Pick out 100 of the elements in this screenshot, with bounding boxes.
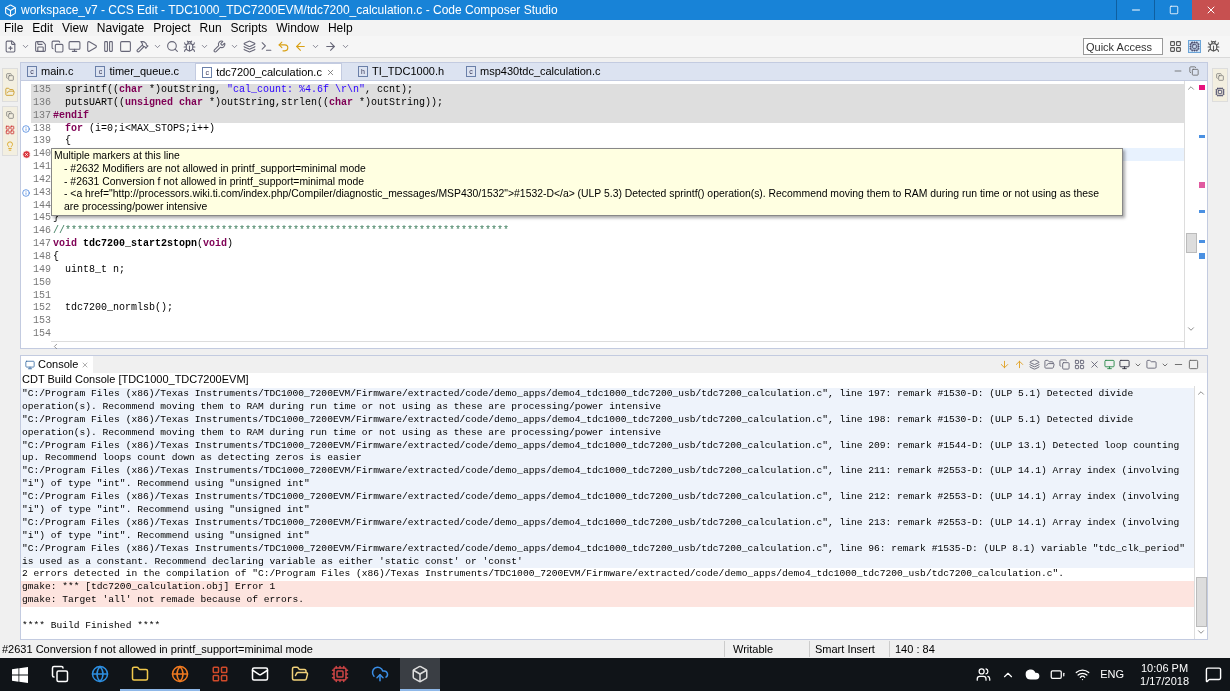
- save-icon[interactable]: [34, 40, 47, 53]
- vertical-scrollbar[interactable]: [1184, 81, 1197, 348]
- scroll-down-icon[interactable]: [1186, 324, 1196, 334]
- menu-item[interactable]: Scripts: [230, 19, 268, 37]
- line-number: 150: [32, 276, 51, 290]
- insert-mode: Smart Insert: [809, 640, 889, 658]
- quick-access-field[interactable]: Quick Access: [1083, 38, 1163, 55]
- folder-icon: [291, 664, 309, 683]
- console-icon[interactable]: [260, 40, 273, 53]
- debug-perspective-icon[interactable]: [1207, 40, 1220, 53]
- wrench-icon[interactable]: [213, 40, 226, 53]
- layers-icon[interactable]: [243, 40, 256, 53]
- code-line: void tdc7200_start2stopn(void): [52, 238, 235, 251]
- scroll-up-icon[interactable]: [1196, 388, 1206, 398]
- restore-icon[interactable]: [1189, 66, 1199, 76]
- line-number: 153: [32, 315, 51, 329]
- perspective-icon[interactable]: [1188, 40, 1201, 53]
- tooltip-message: - <a href="http://processors.wiki.ti.com/index.php/Compiler/diagnostic_messages/MSP430/1532">#1532-D</a> (ULP 5.3) Detected sprintf() operation(s). Recommend moving them to RAM during run time or not using as these are processing/power intensive: [63, 188, 1100, 214]
- line-number: 140: [32, 148, 51, 162]
- cube-icon: [411, 664, 429, 683]
- scrollbar-thumb[interactable]: [1185, 233, 1197, 253]
- line-number: 154: [32, 328, 51, 341]
- search-icon[interactable]: [166, 40, 179, 53]
- copy-icon[interactable]: [1059, 359, 1070, 370]
- line-number: 142: [32, 173, 51, 187]
- console-icon: [25, 359, 35, 370]
- scroll-up-icon[interactable]: [1186, 83, 1196, 93]
- menu-item[interactable]: Help: [327, 19, 353, 37]
- notifications-icon[interactable]: [1205, 666, 1222, 683]
- dropdown-icon[interactable]: [311, 42, 320, 51]
- clock[interactable]: 10:06 PM 1/17/2018: [1134, 661, 1195, 688]
- mail-icon: [251, 664, 269, 683]
- clear-icon[interactable]: [1044, 359, 1055, 370]
- battery-icon[interactable]: [1050, 667, 1066, 682]
- scroll-left-icon[interactable]: [51, 341, 60, 351]
- link-icon[interactable]: [1029, 359, 1040, 370]
- stop-icon[interactable]: [119, 40, 132, 53]
- hammer-icon[interactable]: [136, 40, 149, 53]
- menu-item[interactable]: Edit: [32, 19, 54, 37]
- restore-icon[interactable]: [1168, 5, 1179, 15]
- taskbar-app[interactable]: [400, 658, 440, 691]
- resume-icon[interactable]: [85, 40, 98, 53]
- menu-item[interactable]: View: [62, 19, 88, 37]
- close-tab-icon[interactable]: [325, 67, 335, 77]
- line-number: 143: [32, 186, 51, 200]
- save-all-icon[interactable]: [51, 40, 64, 53]
- console-subtitle: CDT Build Console [TDC1000_TDC7200EVM]: [21, 373, 250, 386]
- forward-icon[interactable]: [324, 40, 337, 53]
- dropdown-icon[interactable]: [200, 42, 209, 51]
- people-icon[interactable]: [976, 667, 992, 682]
- cloud-icon[interactable]: [1025, 667, 1041, 682]
- code-line: //**************************************************************************: [52, 225, 511, 238]
- menu-item[interactable]: Navigate: [96, 19, 145, 37]
- menu-item[interactable]: Window: [276, 19, 319, 37]
- new-file-icon[interactable]: [4, 40, 17, 53]
- close-tab-icon[interactable]: [81, 360, 90, 369]
- terminal-icon[interactable]: [68, 40, 81, 53]
- suspend-icon[interactable]: [102, 40, 115, 53]
- dropdown-icon[interactable]: [341, 42, 350, 51]
- language-indicator[interactable]: ENG: [1100, 666, 1125, 683]
- window-title: workspace_v7 - CCS Edit - TDC1000_TDC7200EVM/tdc7200_calculation.c - Code Composer Studio: [21, 2, 558, 19]
- new-console-icon[interactable]: [1146, 359, 1157, 370]
- restore-icon[interactable]: [1216, 73, 1224, 81]
- scrollbar-thumb[interactable]: [1195, 577, 1207, 627]
- bug-icon[interactable]: [183, 40, 196, 53]
- dropdown-icon[interactable]: [230, 42, 239, 51]
- word-wrap-icon[interactable]: [1074, 359, 1085, 370]
- restore-icon[interactable]: [6, 73, 14, 81]
- menu-item[interactable]: Run: [199, 19, 222, 37]
- back-icon[interactable]: [294, 40, 307, 53]
- line-number: 146: [32, 225, 51, 239]
- menu-item[interactable]: Project: [153, 19, 191, 37]
- code-line: for (i=0;i<MAX_STOPS;i++): [64, 122, 217, 135]
- display-icon[interactable]: [1119, 359, 1130, 370]
- console-tab[interactable]: Console: [21, 356, 94, 373]
- browser-icon: [91, 664, 109, 683]
- dropdown-icon[interactable]: [153, 42, 162, 51]
- line-number: 144: [32, 199, 51, 213]
- restore-icon[interactable]: [6, 111, 14, 119]
- vertical-scrollbar[interactable]: [1194, 386, 1207, 639]
- start-icon[interactable]: [12, 666, 28, 683]
- scroll-down-icon[interactable]: [1196, 627, 1206, 637]
- pin-icon[interactable]: [1104, 359, 1115, 370]
- maximize-icon[interactable]: [1188, 359, 1199, 370]
- line-number: 138: [32, 122, 51, 136]
- tooltip-title: Multiple markers at this line: [54, 150, 181, 163]
- line-number: 145: [32, 212, 51, 226]
- dropdown-icon[interactable]: [21, 42, 30, 51]
- remove-icon[interactable]: [1089, 359, 1100, 370]
- undo-icon[interactable]: [277, 40, 290, 53]
- menu-item[interactable]: File: [4, 19, 24, 37]
- line-number: 149: [32, 263, 51, 277]
- outline-icon[interactable]: [1215, 87, 1225, 97]
- line-number: 148: [32, 250, 51, 264]
- code-line: {: [52, 250, 60, 264]
- open-perspective-icon[interactable]: [1169, 40, 1182, 53]
- wifi-icon[interactable]: [1075, 667, 1091, 682]
- horizontal-scrollbar[interactable]: [51, 340, 1184, 351]
- line-number: 139: [32, 135, 51, 149]
- problems-icon[interactable]: [5, 125, 15, 135]
